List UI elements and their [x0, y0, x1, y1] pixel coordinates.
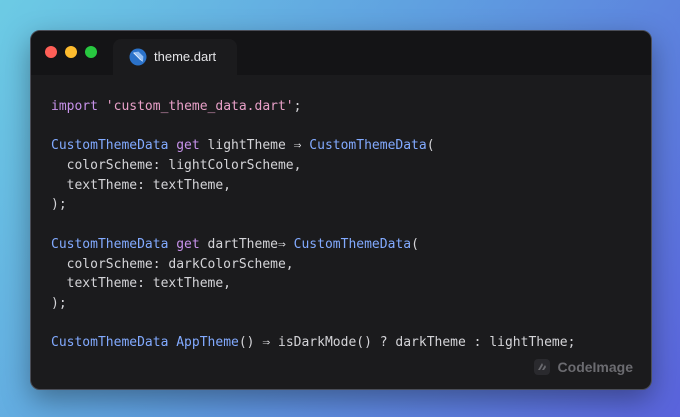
codeimage-label: CodeImage: [557, 359, 633, 375]
code-token: colorScheme: lightColorScheme,: [51, 158, 302, 174]
code-editor[interactable]: import 'custom_theme_data.dart'; CustomTh…: [51, 97, 575, 353]
code-token: 'custom_theme_data.dart': [105, 99, 294, 114]
close-button[interactable]: [45, 46, 57, 58]
window-titlebar: theme.dart: [31, 31, 651, 75]
code-token: );: [51, 295, 67, 311]
code-token: textTheme: textTheme,: [51, 177, 232, 193]
code-token: (: [411, 236, 419, 252]
tab-theme-dart[interactable]: theme.dart: [113, 39, 237, 75]
code-token: CustomThemeData: [51, 335, 169, 351]
maximize-button[interactable]: [85, 46, 97, 58]
code-token: lightTheme: [199, 138, 294, 154]
code-token: );: [51, 197, 67, 213]
code-token: ;: [293, 99, 302, 114]
code-token: textTheme: textTheme,: [51, 276, 232, 292]
code-token: import: [51, 99, 98, 114]
code-token: isDarkMode() ? darkTheme : lightTheme;: [270, 335, 576, 351]
code-token: CustomThemeData: [51, 236, 169, 252]
code-token: CustomThemeData: [293, 236, 412, 252]
code-token: colorScheme: darkColorScheme,: [51, 256, 294, 272]
minimize-button[interactable]: [65, 46, 77, 58]
tab-label: theme.dart: [154, 49, 217, 64]
code-token: get: [176, 138, 200, 154]
code-line: CustomThemeData get dartTheme⇒ CustomThe…: [51, 235, 575, 255]
code-line: );: [51, 195, 575, 215]
code-line: );: [51, 294, 575, 314]
code-token: (: [426, 138, 435, 154]
code-line: CustomThemeData AppTheme() ⇒ isDarkMode(…: [51, 333, 575, 353]
dart-icon: [129, 48, 147, 66]
code-token: dartTheme: [199, 236, 278, 252]
code-token: (): [238, 335, 263, 351]
code-window: theme.dart import 'custom_theme_data.dar…: [30, 30, 652, 390]
code-token: AppTheme: [176, 335, 239, 351]
code-line: import 'custom_theme_data.dart';: [51, 97, 575, 117]
codeimage-watermark: CodeImage: [533, 357, 633, 377]
codeimage-logo-icon: [533, 359, 550, 375]
code-token: CustomThemeData: [309, 138, 427, 154]
code-line: colorScheme: darkColorScheme,: [51, 255, 575, 275]
code-line: textTheme: textTheme,: [51, 274, 575, 294]
code-token: CustomThemeData: [51, 138, 169, 154]
code-token: get: [176, 236, 200, 252]
code-token: ⇒: [278, 236, 286, 252]
code-line: colorScheme: lightColorScheme,: [51, 156, 575, 176]
code-line: textTheme: textTheme,: [51, 176, 575, 196]
code-line: CustomThemeData get lightTheme ⇒ CustomT…: [51, 136, 575, 156]
code-token: ⇒: [262, 335, 271, 351]
